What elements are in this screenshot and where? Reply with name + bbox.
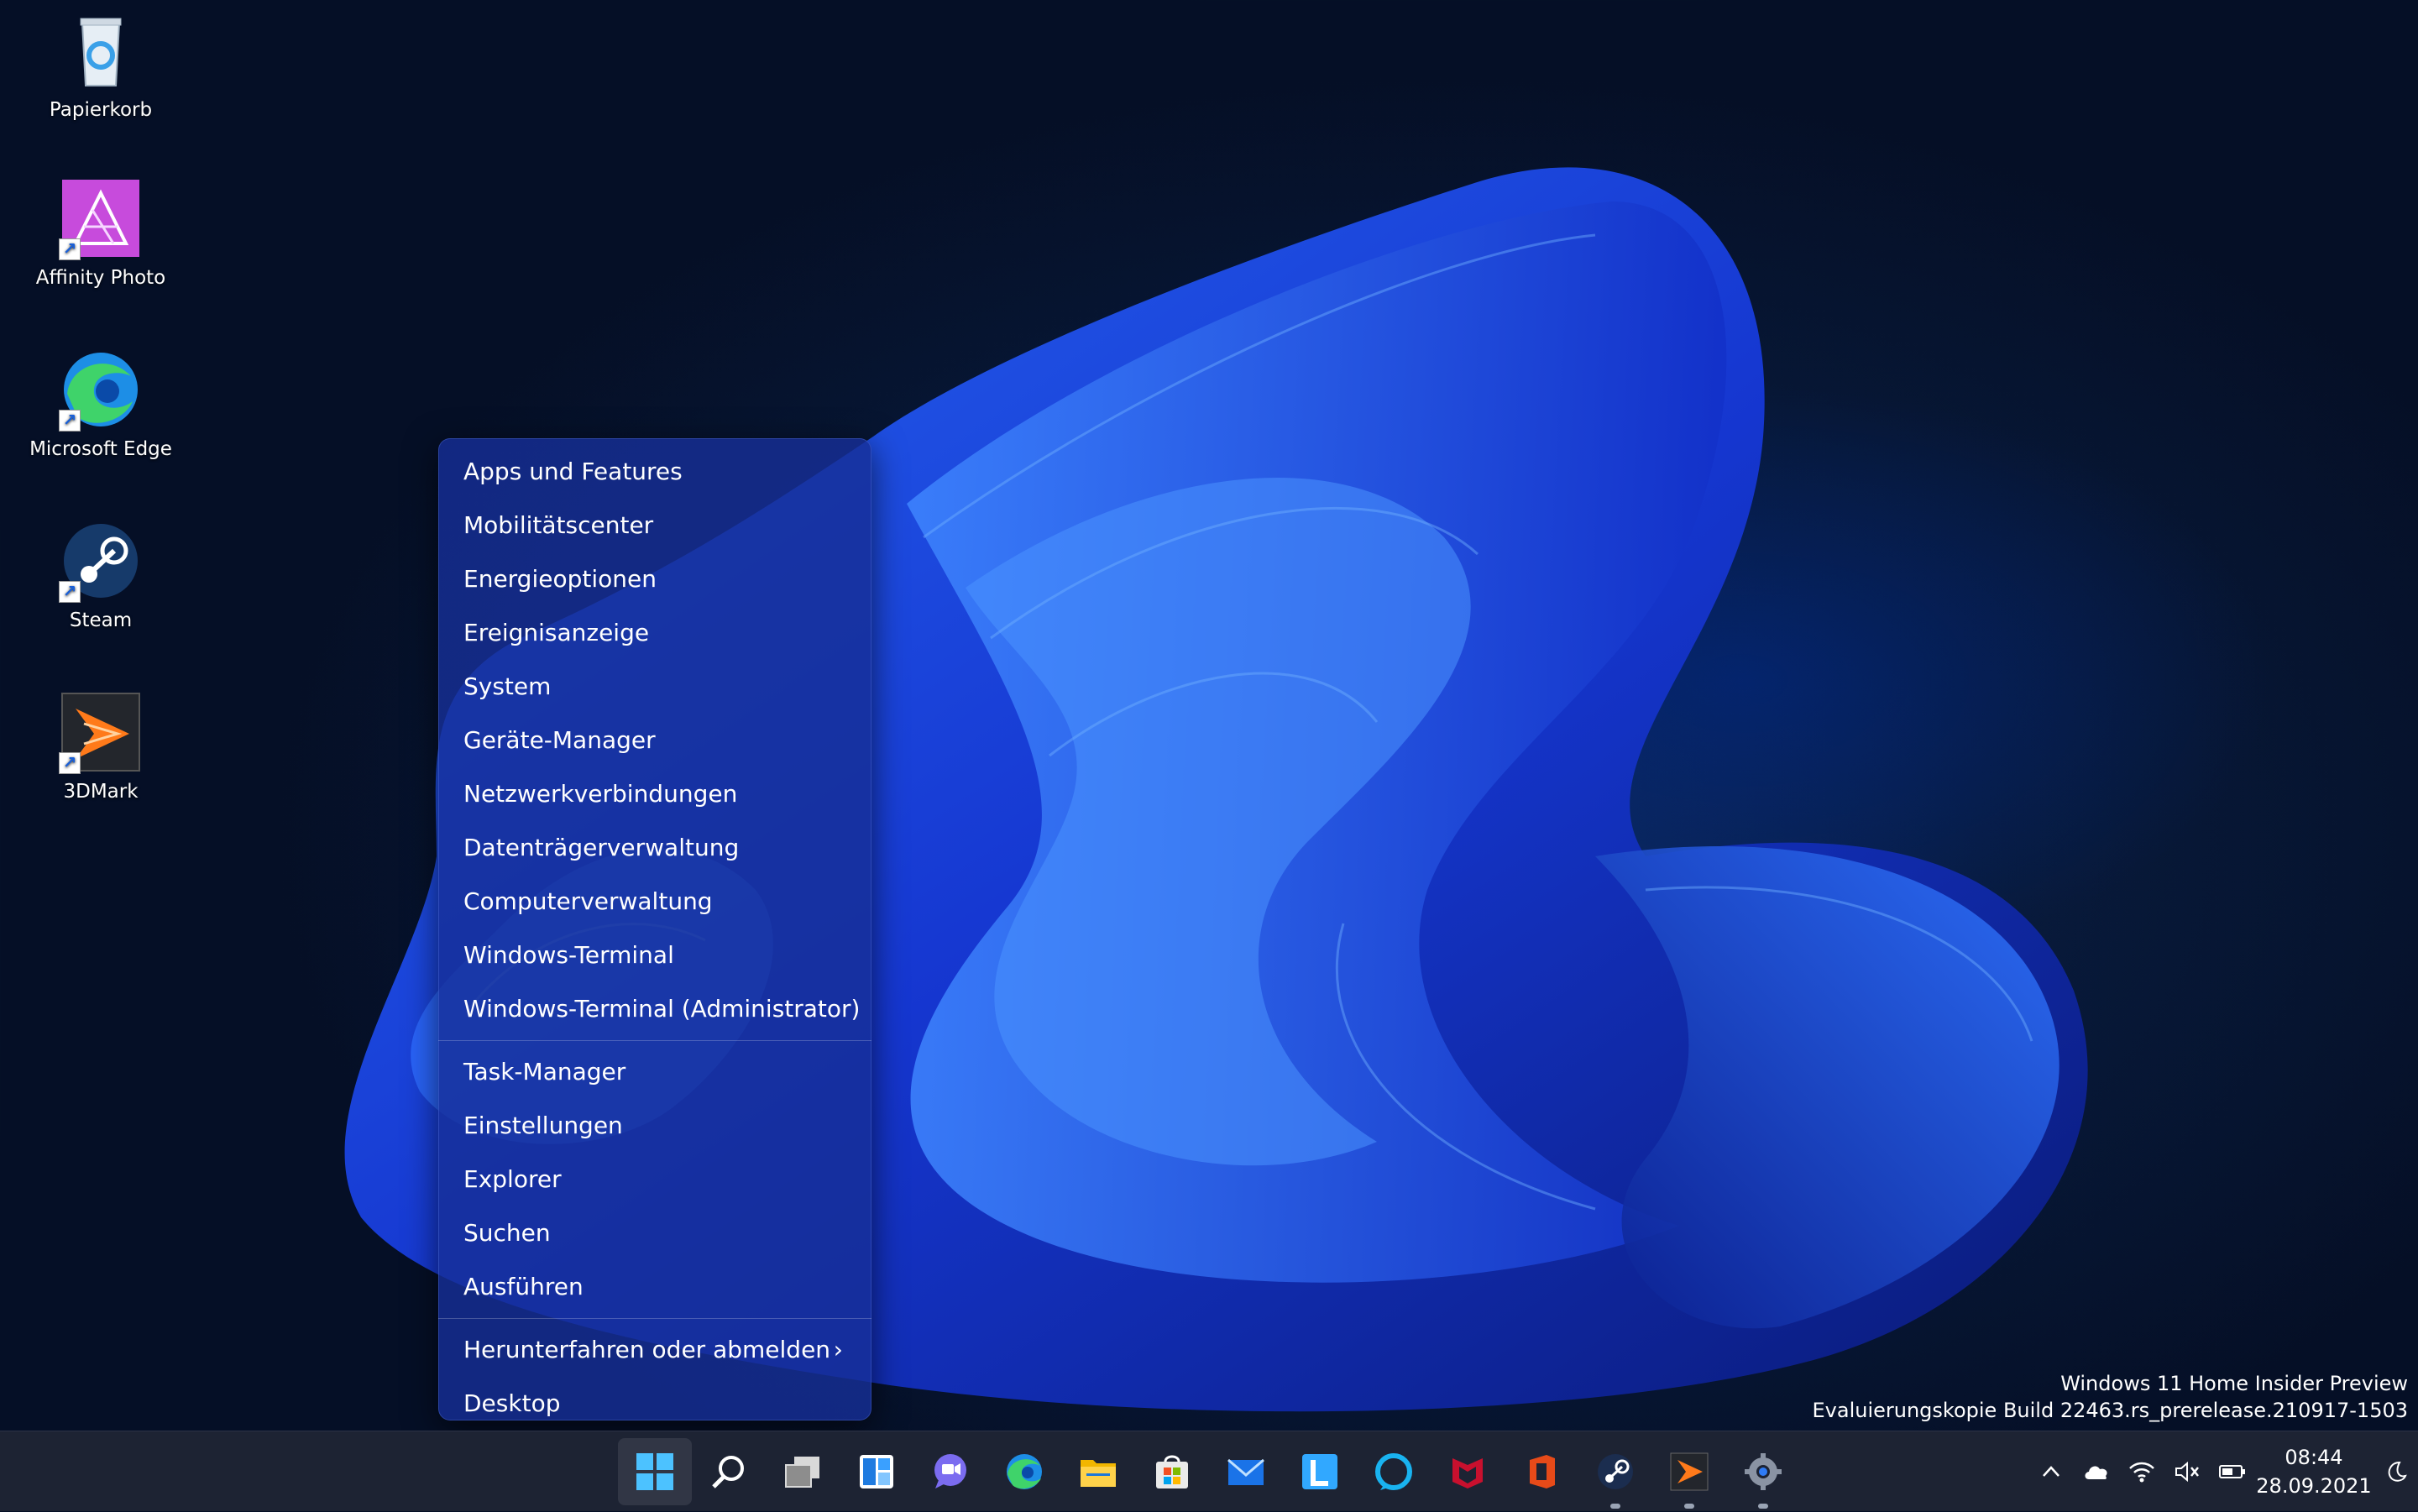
build-watermark: Windows 11 Home Insider Preview Evaluier… [1813,1370,2409,1424]
menu-item-mobility-center[interactable]: Mobilitätscenter [438,499,871,552]
clock-button[interactable]: 08:44 28.09.2021 [2255,1443,2373,1500]
clock-date: 28.09.2021 [2256,1474,2372,1498]
shortcut-arrow-icon: ↗ [59,410,81,432]
start-icon [636,1453,673,1490]
desktop-icon-label: Microsoft Edge [29,438,172,460]
menu-item-power-options[interactable]: Energieoptionen [438,552,871,606]
lightroom-button[interactable] [1283,1431,1357,1512]
task-view-button[interactable] [766,1431,840,1512]
menu-item-device-manager[interactable]: Geräte-Manager [438,714,871,767]
wifi-icon [2129,1462,2154,1483]
moon-icon [2388,1461,2407,1482]
menu-item-run[interactable]: Ausführen [438,1260,871,1314]
volume-button[interactable] [2164,1431,2210,1512]
menu-item-computer-management[interactable]: Computerverwaltung [438,875,871,929]
battery-icon [2219,1465,2245,1478]
network-button[interactable] [2119,1431,2164,1512]
taskbar-edge-button[interactable] [987,1431,1061,1512]
menu-item-shutdown[interactable]: Herunterfahren oder abmelden › [438,1323,871,1377]
taskbar-3dmark-button[interactable] [1652,1431,1726,1512]
widgets-icon [860,1455,893,1488]
menu-item-settings[interactable]: Einstellungen [438,1099,871,1153]
volume-muted-icon [2175,1461,2199,1483]
wallpaper-bloom [344,167,2088,1412]
start-button[interactable] [618,1438,692,1505]
menu-item-event-viewer[interactable]: Ereignisanzeige [438,606,871,660]
steam-icon [1598,1454,1633,1489]
mail-button[interactable] [1209,1431,1283,1512]
desktop-icon-label: 3DMark [63,781,139,803]
steam-icon: ↗ [59,519,143,603]
clock-time: 08:44 [2285,1446,2343,1469]
edge-icon [1007,1454,1042,1489]
desktop-icon-label: Steam [69,610,133,631]
menu-item-task-manager[interactable]: Task-Manager [438,1045,871,1099]
settings-button[interactable] [1726,1431,1800,1512]
file-explorer-icon [1081,1460,1116,1487]
task-view-icon [785,1457,819,1488]
file-explorer-button[interactable] [1061,1431,1135,1512]
running-indicator [1758,1504,1768,1509]
chat-icon [934,1454,966,1488]
widgets-button[interactable] [840,1431,913,1512]
menu-item-apps-features[interactable]: Apps und Features [438,445,871,499]
chevron-right-icon: › [833,1336,843,1363]
taskbar: 08:44 28.09.2021 [0,1431,2418,1511]
menu-item-disk-management[interactable]: Datenträgerverwaltung [438,821,871,875]
shortcut-arrow-icon: ↗ [59,581,81,603]
edge-icon: ↗ [59,348,143,432]
recycle-bin-icon [59,8,143,92]
affinity-photo-icon: ↗ [59,176,143,260]
menu-item-network-connections[interactable]: Netzwerkverbindungen [438,767,871,821]
menu-item-windows-terminal-admin[interactable]: Windows-Terminal (Administrator) [438,982,871,1036]
search-icon [712,1456,744,1488]
onedrive-button[interactable] [2074,1431,2119,1512]
focus-assist-button[interactable] [2373,1431,2418,1512]
watermark-build: Evaluierungskopie Build 22463.rs_prerele… [1812,1399,2409,1422]
desktop-icon-label: Affinity Photo [35,267,166,289]
desktop-icon-edge[interactable]: ↗ Microsoft Edge [17,348,185,460]
desktop-icon-affinity-photo[interactable]: ↗ Affinity Photo [17,176,185,289]
chevron-up-icon [2043,1466,2059,1477]
store-icon [1156,1455,1188,1488]
store-button[interactable] [1135,1431,1209,1512]
search-button[interactable] [692,1431,766,1512]
system-tray: 08:44 28.09.2021 [2028,1431,2418,1512]
show-hidden-icons-button[interactable] [2028,1431,2074,1512]
menu-separator [438,1318,871,1319]
watermark-edition: Windows 11 Home Insider Preview [2060,1372,2408,1395]
menu-item-windows-terminal[interactable]: Windows-Terminal [438,929,871,982]
shortcut-arrow-icon: ↗ [59,238,81,260]
lightroom-icon [1302,1454,1337,1489]
mail-icon [1227,1458,1264,1485]
mcafee-icon [1452,1458,1483,1488]
menu-item-search[interactable]: Suchen [438,1206,871,1260]
3dmark-icon: ↗ [59,690,143,774]
running-indicator [1684,1504,1694,1509]
quick-link-menu: Apps und Features Mobilitätscenter Energ… [438,438,871,1420]
office-icon [1530,1455,1555,1488]
running-indicator [1610,1504,1620,1509]
desktop-icon-3dmark[interactable]: ↗ 3DMark [17,690,185,803]
menu-item-shutdown-label: Herunterfahren oder abmelden [463,1336,831,1363]
menu-item-system[interactable]: System [438,660,871,714]
cloud-icon [2085,1466,2107,1479]
3dmark-icon [1670,1452,1709,1491]
menu-item-explorer[interactable]: Explorer [438,1153,871,1206]
taskbar-pinned-apps [618,1431,1800,1512]
settings-icon [1745,1453,1782,1490]
alexa-icon [1375,1453,1412,1490]
taskbar-steam-button[interactable] [1578,1431,1652,1512]
office-button[interactable] [1505,1431,1578,1512]
menu-item-desktop[interactable]: Desktop [438,1377,871,1431]
alexa-button[interactable] [1357,1431,1431,1512]
menu-separator [438,1040,871,1041]
battery-button[interactable] [2210,1431,2255,1512]
chat-button[interactable] [913,1431,987,1512]
mcafee-button[interactable] [1431,1431,1505,1512]
desktop-icon-label: Papierkorb [49,99,153,121]
desktop-icon-recycle-bin[interactable]: Papierkorb [17,8,185,121]
desktop-icon-steam[interactable]: ↗ Steam [17,519,185,631]
shortcut-arrow-icon: ↗ [59,752,81,774]
